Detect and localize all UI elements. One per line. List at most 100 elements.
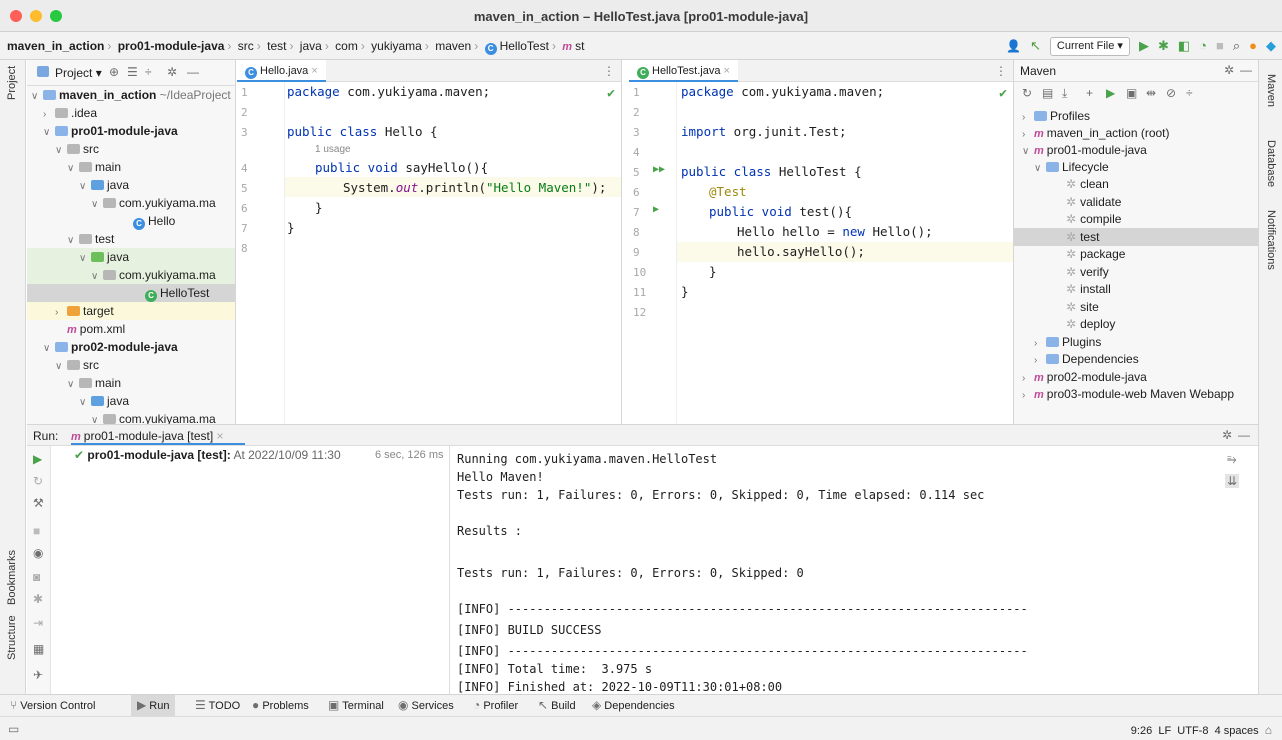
maven-item[interactable]: ∨ Lifecycle [1014,158,1258,176]
breadcrumb-item[interactable]: test [267,39,286,53]
vcs-update-icon[interactable]: ↖ [1030,37,1041,55]
layout-toggle-icon[interactable]: ▭ [8,722,19,736]
tree-item[interactable]: › .idea [27,104,235,122]
run-tab[interactable]: m pro01-module-java [test] × [71,429,224,443]
maven-item[interactable]: › m maven_in_action (root) [1014,124,1258,142]
download-icon[interactable]: ⤓ [1062,86,1067,101]
tree-item[interactable]: ∨ java [27,392,235,410]
scroll-to-end-icon[interactable]: ⇊ [1225,474,1240,488]
run-icon[interactable]: ▶ [1139,37,1149,55]
update-icon[interactable]: ● [1249,37,1257,55]
tree-item[interactable]: ∨ src [27,356,235,374]
eye-icon[interactable]: ◉ [33,546,43,560]
user-icon[interactable]: 👤 [1006,37,1021,55]
more-icon[interactable]: ⋮ [995,64,1007,78]
run-all-tests-icon[interactable]: ▶▶ [653,164,665,175]
tree-item[interactable]: ∨ maven_in_action ~/IdeaProject [27,86,235,104]
wrench-icon[interactable]: ⚒ [33,496,44,510]
breadcrumb-item[interactable]: HelloTest [500,39,549,53]
maven-goal[interactable]: ✲ clean [1014,175,1258,193]
project-view-select[interactable]: Project ▾ [55,66,102,80]
maven-item[interactable]: › m pro02-module-java [1014,368,1258,386]
expand-all-icon[interactable]: ☰ [127,65,138,79]
tree-item[interactable]: ∨ main [27,374,235,392]
maven-goal[interactable]: ✲ install [1014,280,1258,298]
stop-icon[interactable]: ■ [1216,37,1224,55]
tree-item[interactable]: ∨ pro01-module-java [27,122,235,140]
debug-icon[interactable]: ✱ [33,592,43,606]
reload-icon[interactable]: ↻ [1022,86,1032,100]
tab-hellotest-java[interactable]: C HelloTest.java × [629,60,738,82]
tree-item[interactable]: › target [27,302,235,320]
hide-icon[interactable]: — [1240,63,1252,77]
search-icon[interactable]: ⌕ [1233,37,1240,55]
maven-item[interactable]: › Dependencies [1014,350,1258,368]
tree-item[interactable]: m pom.xml [27,320,235,338]
locate-icon[interactable]: ⊕ [109,65,119,79]
maven-goal[interactable]: ✲ compile [1014,210,1258,228]
coverage-icon[interactable]: ◧ [1178,37,1190,55]
layout-icon[interactable]: ▦ [33,642,44,656]
skip-tests-icon[interactable]: ⊘ [1166,86,1176,100]
line-separator[interactable]: LF [1158,725,1171,737]
tree-item[interactable]: ∨ com.yukiyama.ma [27,410,235,424]
tool-tab-bookmarks[interactable]: Bookmarks [6,550,18,605]
generate-sources-icon[interactable]: ▤ [1042,86,1053,100]
pin-icon[interactable]: ✈ [33,668,43,682]
breadcrumb-item[interactable]: yukiyama [371,39,422,53]
tree-item[interactable]: ∨ com.yukiyama.ma [27,266,235,284]
maven-goal[interactable]: ✲ verify [1014,263,1258,281]
editor-hello-java[interactable]: C Hello.java × ⋮ 1 2 3 4 5 6 7 8 ✔ packag… [237,60,622,424]
tree-item[interactable]: ∨ java [27,176,235,194]
tree-item[interactable]: ∨ pro02-module-java [27,338,235,356]
tab-hello-java[interactable]: C Hello.java × [237,60,326,82]
maven-goal[interactable]: ✲ deploy [1014,315,1258,333]
console-output[interactable]: Running com.yukiyama.maven.HelloTest Hel… [451,446,1207,694]
maven-goal[interactable]: ✲ validate [1014,193,1258,211]
gear-icon[interactable]: ✲ [1224,63,1234,77]
file-encoding[interactable]: UTF-8 [1177,725,1208,737]
breadcrumb-item[interactable]: src [238,39,254,53]
tool-tab-problems[interactable]: ● Problems [252,695,309,716]
rerun-icon[interactable]: ▶ [33,452,42,466]
run-result-item[interactable]: ✔ pro01-module-java [test]: At 2022/10/0… [74,448,341,462]
profile-icon[interactable]: ◔ [1199,37,1207,55]
tool-tab-build[interactable]: ↖ Build [538,695,576,716]
tool-tab-profiler[interactable]: ◔ Profiler [473,695,518,716]
usage-hint[interactable]: 1 usage [315,144,351,155]
tree-item[interactable]: ∨ com.yukiyama.ma [27,194,235,212]
toggle-offline-icon[interactable]: ⇹ [1146,86,1156,100]
tree-item[interactable]: ∨ test [27,230,235,248]
run-icon[interactable]: ▶ [1106,86,1115,100]
tool-tab-version-control[interactable]: ⑂ Version Control [10,695,95,716]
maven-item[interactable]: ∨ m pro01-module-java [1014,141,1258,159]
tree-item[interactable]: ∨ src [27,140,235,158]
more-icon[interactable]: ⋮ [603,64,615,78]
rerun-failed-icon[interactable]: ↻ [33,474,43,488]
tree-item[interactable]: C Hello [27,212,235,230]
debug-icon[interactable]: ✱ [1158,37,1169,55]
tree-item[interactable]: ∨ java [27,248,235,266]
execute-goal-icon[interactable]: ▣ [1126,86,1137,100]
maven-item[interactable]: › Profiles [1014,107,1258,125]
plugin-icon[interactable]: ◆ [1266,37,1276,55]
tool-tab-structure[interactable]: Structure [6,615,18,660]
maven-item[interactable]: › Plugins [1014,333,1258,351]
add-icon[interactable]: + [1086,86,1093,100]
tool-tab-notifications[interactable]: Notifications [1265,210,1277,270]
tool-tab-run[interactable]: ▶ Run [131,695,176,716]
collapse-icon[interactable]: ÷ [1186,86,1193,100]
maven-goal[interactable]: ✲ site [1014,298,1258,316]
run-test-icon[interactable]: ▶ [653,204,659,215]
tool-tab-dependencies[interactable]: ◈ Dependencies [592,695,675,716]
tree-item[interactable]: ∨ main [27,158,235,176]
camera-icon[interactable]: ◙ [33,570,40,584]
hide-icon[interactable]: — [1238,428,1250,442]
maven-goal[interactable]: ✲ package [1014,245,1258,263]
soft-wrap-icon[interactable]: ⥱ [1227,452,1237,467]
breadcrumb-item[interactable]: pro01-module-java [118,39,225,53]
lock-icon[interactable]: ⌂ [1265,723,1272,737]
maven-goal-selected[interactable]: ✲ test [1014,228,1258,246]
breadcrumb-item[interactable]: maven_in_action [7,39,104,53]
indent-setting[interactable]: 4 spaces [1215,725,1259,737]
